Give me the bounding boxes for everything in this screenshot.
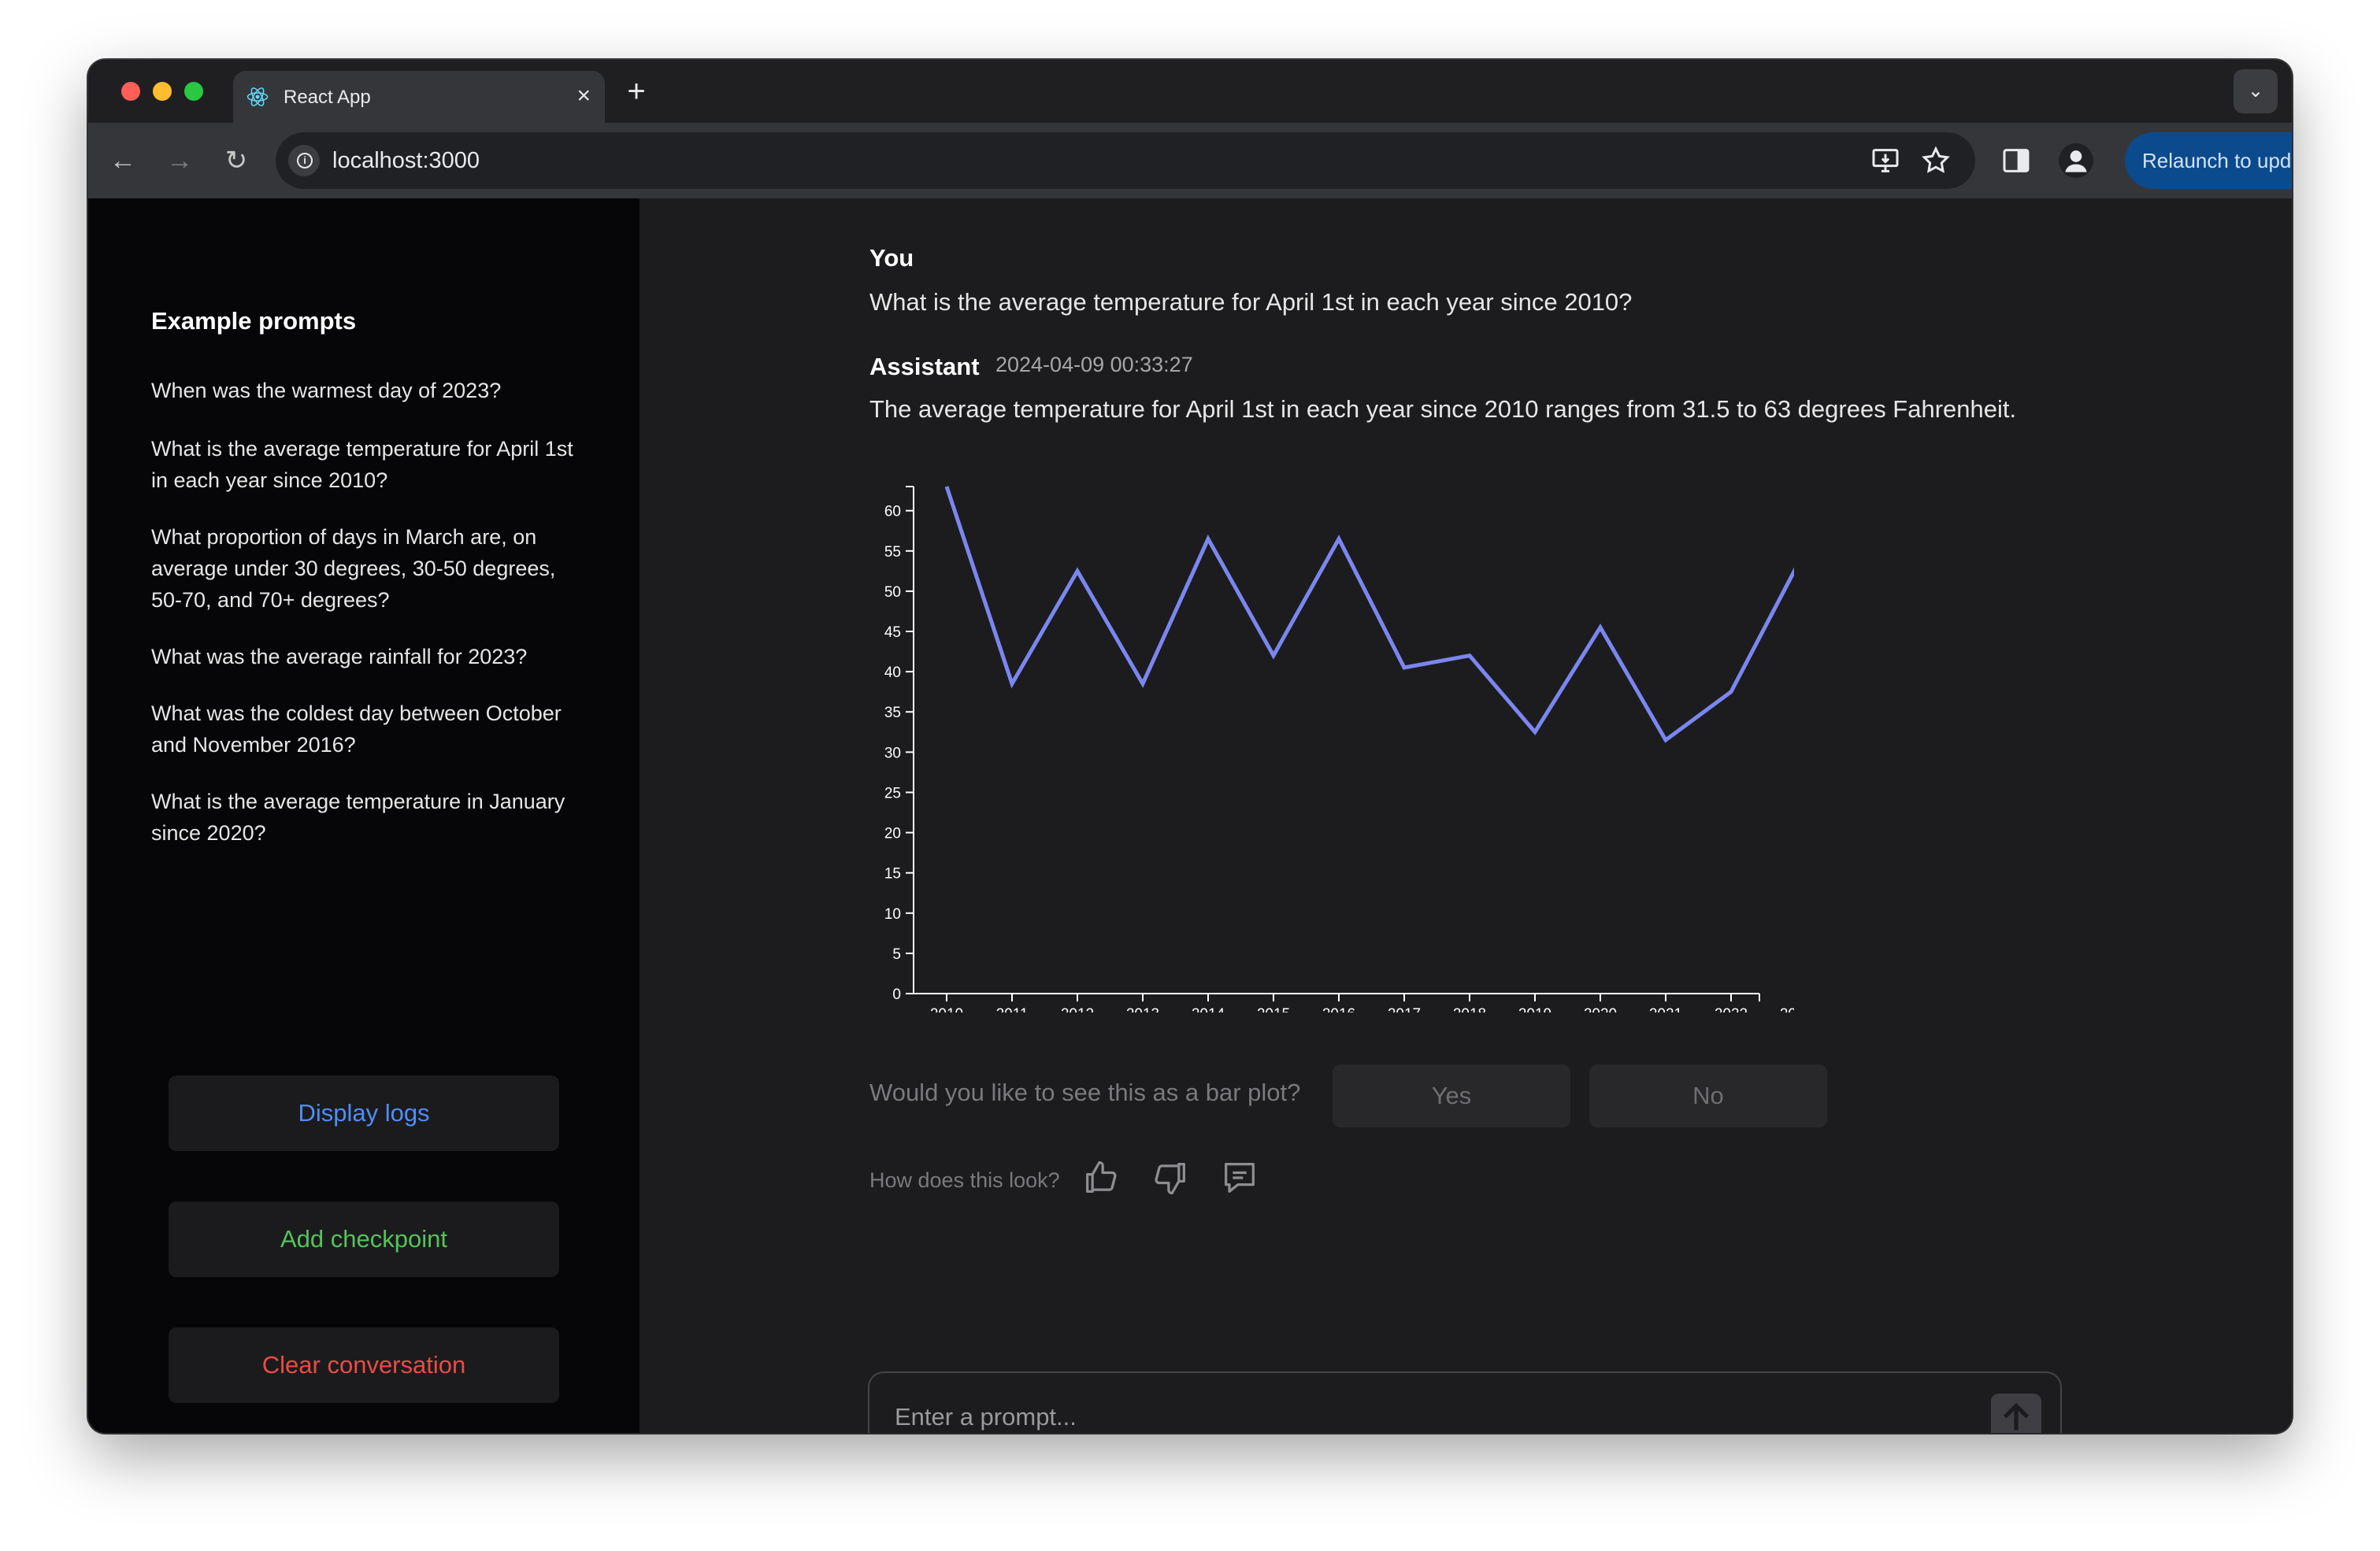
x-tick-label: 2019 <box>1518 1006 1551 1012</box>
x-tick-label: 2010 <box>930 1006 963 1012</box>
site-info-icon[interactable]: i <box>288 145 320 176</box>
x-tick-label: 2012 <box>1061 1006 1094 1012</box>
user-message: What is the average temperature for Apri… <box>869 288 1633 316</box>
address-bar[interactable]: i localhost:3000 <box>276 132 1975 189</box>
chat-panel: You What is the average temperature for … <box>639 198 2292 1433</box>
add-checkpoint-button[interactable]: Add checkpoint <box>169 1201 559 1277</box>
new-tab-button[interactable]: + <box>616 71 657 112</box>
x-tick-label: 2016 <box>1322 1006 1355 1012</box>
feedback-question: How does this look? <box>869 1168 1060 1192</box>
y-tick-label: 50 <box>884 584 901 601</box>
y-tick-label: 45 <box>884 624 901 641</box>
x-tick-label: 2014 <box>1192 1006 1225 1012</box>
x-tick-label: 2021 <box>1649 1006 1682 1012</box>
y-tick-label: 20 <box>884 826 901 842</box>
yes-button[interactable]: Yes <box>1333 1064 1570 1127</box>
y-tick-label: 10 <box>884 906 901 923</box>
profile-avatar-icon[interactable] <box>2059 143 2093 178</box>
x-tick-label: 2013 <box>1126 1006 1159 1012</box>
app-content: Example prompts When was the warmest day… <box>88 198 2292 1433</box>
y-tick-label: 60 <box>884 504 901 520</box>
comment-icon[interactable] <box>1219 1157 1260 1198</box>
close-window-button[interactable] <box>121 82 140 101</box>
browser-tab[interactable]: React App × <box>233 71 605 123</box>
x-tick-label: 2023 <box>1780 1006 1794 1012</box>
example-prompts-heading: Example prompts <box>151 307 357 335</box>
prompt-input[interactable] <box>893 1397 1983 1433</box>
relaunch-label: Relaunch to update <box>2142 149 2292 172</box>
tab-search-chevron-icon[interactable]: ⌄ <box>2234 69 2278 113</box>
assistant-timestamp: 2024-04-09 00:33:27 <box>995 353 1193 376</box>
install-app-icon[interactable] <box>1870 145 1901 176</box>
thumbs-up-icon[interactable] <box>1081 1157 1121 1198</box>
reload-icon[interactable]: ↻ <box>216 140 257 181</box>
y-tick-label: 35 <box>884 705 901 721</box>
temperature-line-chart: 0 5 10 15 20 25 30 35 40 45 50 55 60 2010 2011 2012 2013… <box>884 486 1794 1012</box>
minimize-window-button[interactable] <box>153 82 172 101</box>
x-tick-label: 2020 <box>1584 1006 1617 1012</box>
arrow-up-icon <box>2003 1402 2030 1431</box>
example-prompt-item[interactable]: What is the average temperature for Apri… <box>151 433 576 496</box>
example-prompt-item[interactable]: What is the average temperature in Janua… <box>151 786 576 849</box>
x-tick-label: 2015 <box>1257 1006 1290 1012</box>
bar-plot-question: Would you like to see this as a bar plot… <box>869 1079 1301 1106</box>
example-prompt-item[interactable]: When was the warmest day of 2023? <box>151 375 576 406</box>
react-logo-icon <box>247 87 269 106</box>
no-button[interactable]: No <box>1589 1064 1827 1127</box>
side-panel-icon[interactable] <box>2000 145 2032 176</box>
url-text[interactable]: localhost:3000 <box>332 148 480 174</box>
forward-arrow-icon[interactable]: → <box>159 140 200 181</box>
back-arrow-icon[interactable]: ← <box>102 140 143 181</box>
y-tick-label: 25 <box>884 785 901 801</box>
maximize-window-button[interactable] <box>184 82 203 101</box>
tab-strip: React App × + ⌄ <box>88 60 2292 123</box>
y-tick-label: 30 <box>884 745 901 761</box>
tab-close-icon[interactable]: × <box>576 82 591 110</box>
x-tick-label: 2022 <box>1715 1006 1748 1012</box>
clear-conversation-button[interactable]: Clear conversation <box>169 1327 559 1403</box>
y-tick-label: 55 <box>884 544 901 561</box>
example-prompt-item[interactable]: What was the average rainfall for 2023? <box>151 641 576 672</box>
browser-toolbar: ← → ↻ i localhost:3000 Relaunch to updat… <box>88 123 2292 198</box>
y-tick-label: 15 <box>884 866 901 883</box>
thumbs-down-icon[interactable] <box>1150 1157 1191 1198</box>
relaunch-to-update-button[interactable]: Relaunch to update ⋮ <box>2125 132 2292 189</box>
browser-window: React App × + ⌄ ← → ↻ i localhost:3000 R… <box>88 60 2292 1433</box>
x-tick-label: 2017 <box>1388 1006 1421 1012</box>
example-prompt-item[interactable]: What was the coldest day between October… <box>151 698 576 761</box>
display-logs-button[interactable]: Display logs <box>169 1075 559 1151</box>
example-prompt-item[interactable]: What proportion of days in March are, on… <box>151 521 576 616</box>
tab-title: React App <box>284 87 371 108</box>
y-tick-label: 5 <box>892 946 901 963</box>
send-button[interactable] <box>1991 1394 2041 1433</box>
x-tick-label: 2018 <box>1453 1006 1486 1012</box>
assistant-message: The average temperature for April 1st in… <box>869 395 2017 423</box>
sidebar: Example prompts When was the warmest day… <box>88 198 639 1433</box>
user-label: You <box>869 244 914 272</box>
bookmark-star-icon[interactable] <box>1920 145 1952 176</box>
y-tick-label: 40 <box>884 664 901 681</box>
assistant-label: Assistant <box>869 353 980 380</box>
y-tick-label: 0 <box>892 986 901 1003</box>
x-tick-label: 2011 <box>996 1006 1029 1012</box>
prompt-box <box>868 1371 2062 1433</box>
series-line <box>944 486 1794 743</box>
